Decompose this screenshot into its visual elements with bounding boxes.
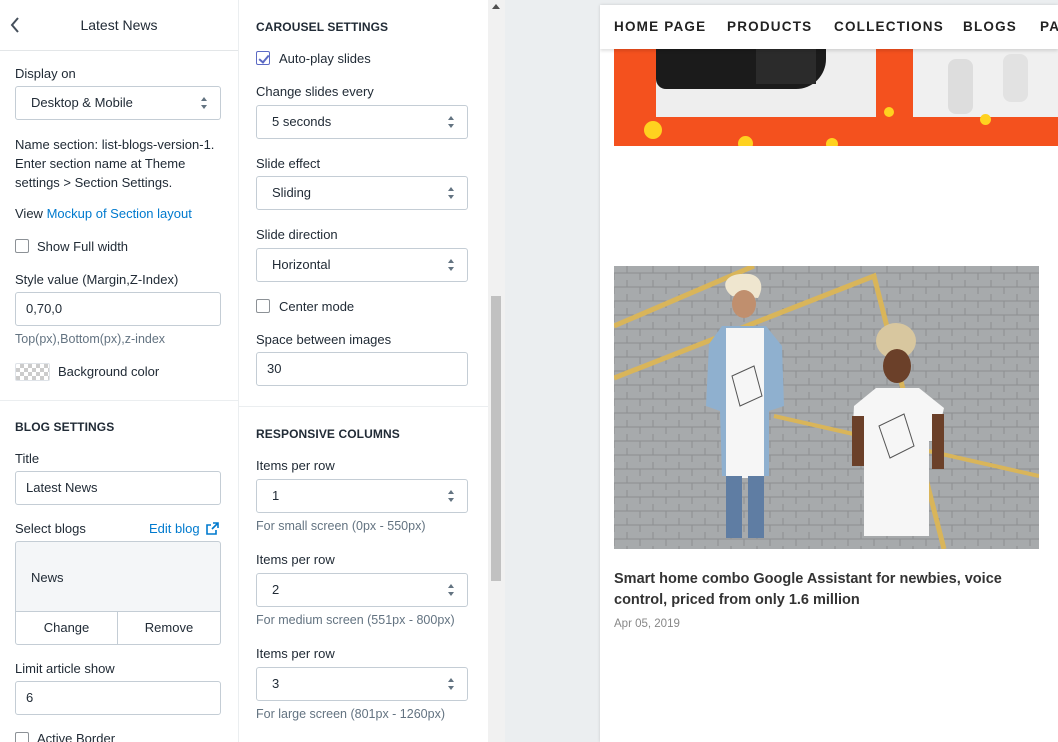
- select-arrows-icon: [448, 259, 456, 271]
- large-screen-help: For large screen (801px - 1260px): [256, 707, 445, 721]
- change-every-label: Change slides every: [256, 84, 374, 99]
- remove-blog-button[interactable]: Remove: [117, 611, 221, 645]
- title-label: Title: [15, 451, 40, 466]
- external-link-icon: [206, 522, 220, 535]
- nav-pages[interactable]: PA: [1040, 19, 1058, 34]
- title-input[interactable]: Latest News: [15, 471, 221, 505]
- section-settings-panel: Latest News Display on Desktop & Mobile …: [0, 0, 239, 742]
- style-value-label: Style value (Margin,Z-Index): [15, 272, 179, 287]
- space-between-label: Space between images: [256, 332, 392, 347]
- blog-post-image[interactable]: [614, 266, 1039, 549]
- theme-preview-area: HOME PAGE PRODUCTS COLLECTIONS BLOGS PA: [505, 0, 1058, 742]
- select-arrows-icon: [201, 97, 209, 109]
- select-arrows-icon: [448, 116, 456, 128]
- items-per-row-label: Items per row: [256, 552, 335, 567]
- divider: [0, 400, 238, 401]
- items-per-row-small-value: 1: [272, 488, 280, 503]
- center-mode-checkbox[interactable]: [256, 299, 270, 313]
- storefront-nav: HOME PAGE PRODUCTS COLLECTIONS BLOGS PA: [600, 5, 1058, 49]
- items-per-row-large-select[interactable]: 3: [256, 667, 468, 701]
- display-on-value: Desktop & Mobile: [31, 95, 133, 110]
- street-photo: [614, 266, 1039, 549]
- banner-photo-right: [913, 49, 1058, 117]
- responsive-columns-heading: RESPONSIVE COLUMNS: [256, 427, 400, 441]
- settings-scrollbar[interactable]: [488, 0, 505, 742]
- style-value-help: Top(px),Bottom(px),z-index: [15, 332, 166, 346]
- selected-blog-name: News: [31, 570, 64, 585]
- active-border-checkbox[interactable]: [15, 732, 29, 742]
- select-arrows-icon: [448, 584, 456, 596]
- panel-title: Latest News: [80, 17, 158, 33]
- storefront-preview: HOME PAGE PRODUCTS COLLECTIONS BLOGS PA: [600, 5, 1058, 742]
- selected-blog-box: News: [15, 541, 221, 612]
- change-every-value: 5 seconds: [272, 114, 332, 129]
- select-arrows-icon: [448, 490, 456, 502]
- display-on-label: Display on: [15, 66, 76, 81]
- select-blogs-label: Select blogs: [15, 521, 86, 536]
- autoplay-label: Auto-play slides: [279, 51, 371, 66]
- autoplay-checkbox[interactable]: [256, 51, 270, 65]
- mockup-link[interactable]: Mockup of Section layout: [47, 206, 192, 221]
- background-color-label: Background color: [58, 364, 160, 379]
- slide-direction-label: Slide direction: [256, 227, 338, 242]
- show-full-width-label: Show Full width: [37, 239, 129, 254]
- select-arrows-icon: [448, 678, 456, 690]
- nav-home-page[interactable]: HOME PAGE: [614, 19, 706, 34]
- nav-blogs[interactable]: BLOGS: [963, 19, 1017, 34]
- space-between-input[interactable]: 30: [256, 352, 468, 386]
- items-per-row-large-value: 3: [272, 676, 280, 691]
- carousel-settings-panel: CAROUSEL SETTINGS Auto-play slides Chang…: [239, 0, 488, 742]
- slide-effect-select[interactable]: Sliding: [256, 176, 468, 210]
- scrollbar-thumb[interactable]: [491, 296, 501, 581]
- small-screen-help: For small screen (0px - 550px): [256, 519, 426, 533]
- change-blog-button[interactable]: Change: [15, 611, 118, 645]
- medium-screen-help: For medium screen (551px - 800px): [256, 613, 455, 627]
- slide-direction-select[interactable]: Horizontal: [256, 248, 468, 282]
- nav-collections[interactable]: COLLECTIONS: [834, 19, 944, 34]
- slide-effect-label: Slide effect: [256, 156, 321, 171]
- edit-blog-link[interactable]: Edit blog: [149, 521, 220, 536]
- style-value-input[interactable]: 0,70,0: [15, 292, 221, 326]
- banner-photo-left: [656, 49, 876, 117]
- scroll-up-arrow-icon[interactable]: [492, 4, 500, 9]
- items-per-row-label: Items per row: [256, 646, 335, 661]
- select-arrows-icon: [448, 187, 456, 199]
- active-border-label: Active Border: [37, 731, 116, 742]
- background-color-swatch[interactable]: [15, 363, 50, 381]
- items-per-row-medium-select[interactable]: 2: [256, 573, 468, 607]
- limit-label: Limit article show: [15, 661, 115, 676]
- display-on-select[interactable]: Desktop & Mobile: [15, 86, 221, 120]
- slide-direction-value: Horizontal: [272, 257, 331, 272]
- items-per-row-medium-value: 2: [272, 582, 280, 597]
- limit-input[interactable]: 6: [15, 681, 221, 715]
- divider: [239, 406, 488, 407]
- view-mockup-text: View Mockup of Section layout: [15, 206, 192, 221]
- blog-settings-heading: BLOG SETTINGS: [15, 420, 115, 434]
- show-full-width-checkbox[interactable]: [15, 239, 29, 253]
- items-per-row-small-select[interactable]: 1: [256, 479, 468, 513]
- panel-header: Latest News: [0, 0, 238, 51]
- previous-blog-image: [614, 49, 1058, 146]
- nav-products[interactable]: PRODUCTS: [727, 19, 812, 34]
- change-every-select[interactable]: 5 seconds: [256, 105, 468, 139]
- blog-post-title[interactable]: Smart home combo Google Assistant for ne…: [614, 569, 1034, 611]
- name-section-info: Name section: list-blogs-version-1. Ente…: [15, 137, 215, 190]
- carousel-settings-heading: CAROUSEL SETTINGS: [256, 20, 389, 34]
- center-mode-label: Center mode: [279, 299, 355, 314]
- items-per-row-label: Items per row: [256, 458, 335, 473]
- blog-post-date: Apr 05, 2019: [614, 618, 680, 630]
- slide-effect-value: Sliding: [272, 185, 312, 200]
